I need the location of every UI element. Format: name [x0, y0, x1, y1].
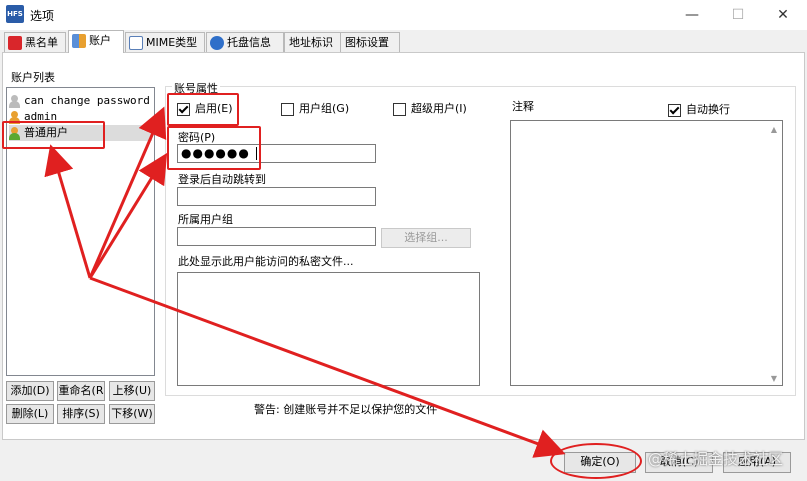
arrow-to-enabled	[88, 106, 167, 279]
annotation-arrows	[44, 106, 566, 458]
tab-label: 账户	[89, 34, 111, 47]
arrow-to-password	[88, 152, 168, 279]
users-icon	[72, 34, 86, 48]
tab-accounts[interactable]: 账户	[68, 30, 124, 53]
arrow-to-ok	[89, 276, 566, 458]
arrow-to-user	[44, 144, 92, 279]
